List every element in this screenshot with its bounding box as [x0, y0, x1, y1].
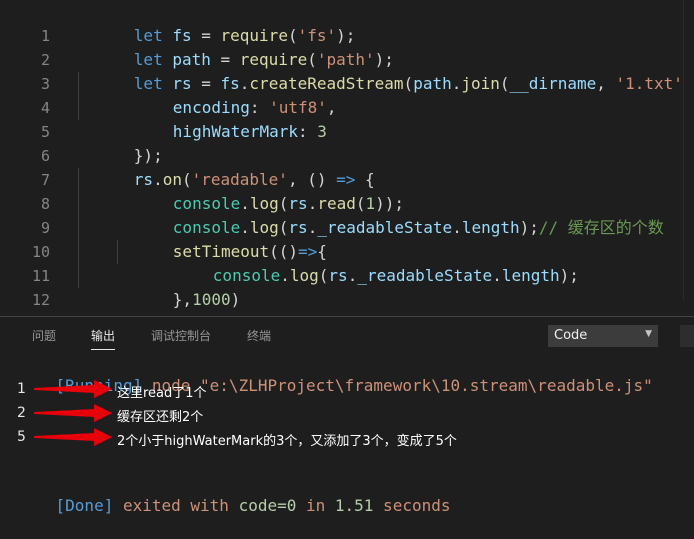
panel-header: 问题 输出 调试控制台 终端 Code ▼ [0, 317, 694, 353]
output-panel[interactable]: [Running] node "e:\ZLHProject\framework\… [0, 353, 694, 515]
output-value: 1 [17, 381, 26, 397]
code-line-5[interactable]: 5 highWaterMark: 3 [0, 96, 694, 141]
code-line-1[interactable]: 1 let fs = require('fs'); [0, 0, 694, 45]
red-arrow-icon [34, 428, 112, 446]
tab-problems[interactable]: 问题 [32, 327, 56, 344]
code-line-3[interactable]: 3 let rs = fs.createReadStream(path.join… [0, 48, 694, 93]
annotation-text: 2个小于highWaterMark的3个，又添加了3个，变成了5个 [117, 434, 457, 449]
output-channel-select[interactable]: Code ▼ [548, 325, 658, 347]
output-channel-value: Code [554, 328, 588, 343]
output-value: 5 [17, 429, 26, 445]
code-line-13[interactable]: 13 }); [0, 288, 694, 333]
code-line-12[interactable]: 12 },1000) [0, 264, 694, 309]
output-value: 2 [17, 405, 26, 421]
code-line-2[interactable]: 2 let path = require('path'); [0, 24, 694, 69]
red-arrow-icon [34, 380, 112, 398]
annotation-text: 这里read了1个 [117, 386, 207, 401]
tab-output[interactable]: 输出 [91, 327, 116, 350]
red-arrow-icon [34, 404, 112, 422]
editor-scrollbar[interactable] [683, 0, 694, 300]
code-line-4[interactable]: 4 encoding: 'utf8', [0, 72, 694, 117]
code-line-9[interactable]: 9 console.log(rs._readableState.length);… [0, 192, 694, 237]
code-line-7[interactable]: 7 rs.on('readable', () => { [0, 144, 694, 189]
annotation-text: 缓存区还剩2个 [117, 410, 204, 425]
tab-debug-console[interactable]: 调试控制台 [151, 327, 211, 344]
running-command: node "e:\ZLHProject\framework\10.stream\… [142, 376, 653, 395]
code-line-6[interactable]: 6 }); [0, 120, 694, 165]
chevron-down-icon: ▼ [645, 329, 652, 339]
panel-edge [680, 325, 694, 347]
code-line-11[interactable]: 11 console.log(rs._readableState.length)… [0, 240, 694, 285]
code-editor[interactable]: 1 let fs = require('fs'); 2 let path = r… [0, 0, 694, 333]
code-line-10[interactable]: 10 setTimeout(()=>{ [0, 216, 694, 261]
tab-terminal[interactable]: 终端 [247, 327, 271, 344]
output-done-line: [Done] exited with code=0 in 1.51 second… [17, 473, 451, 539]
code-line-8[interactable]: 8 console.log(rs.read(1)); [0, 168, 694, 213]
